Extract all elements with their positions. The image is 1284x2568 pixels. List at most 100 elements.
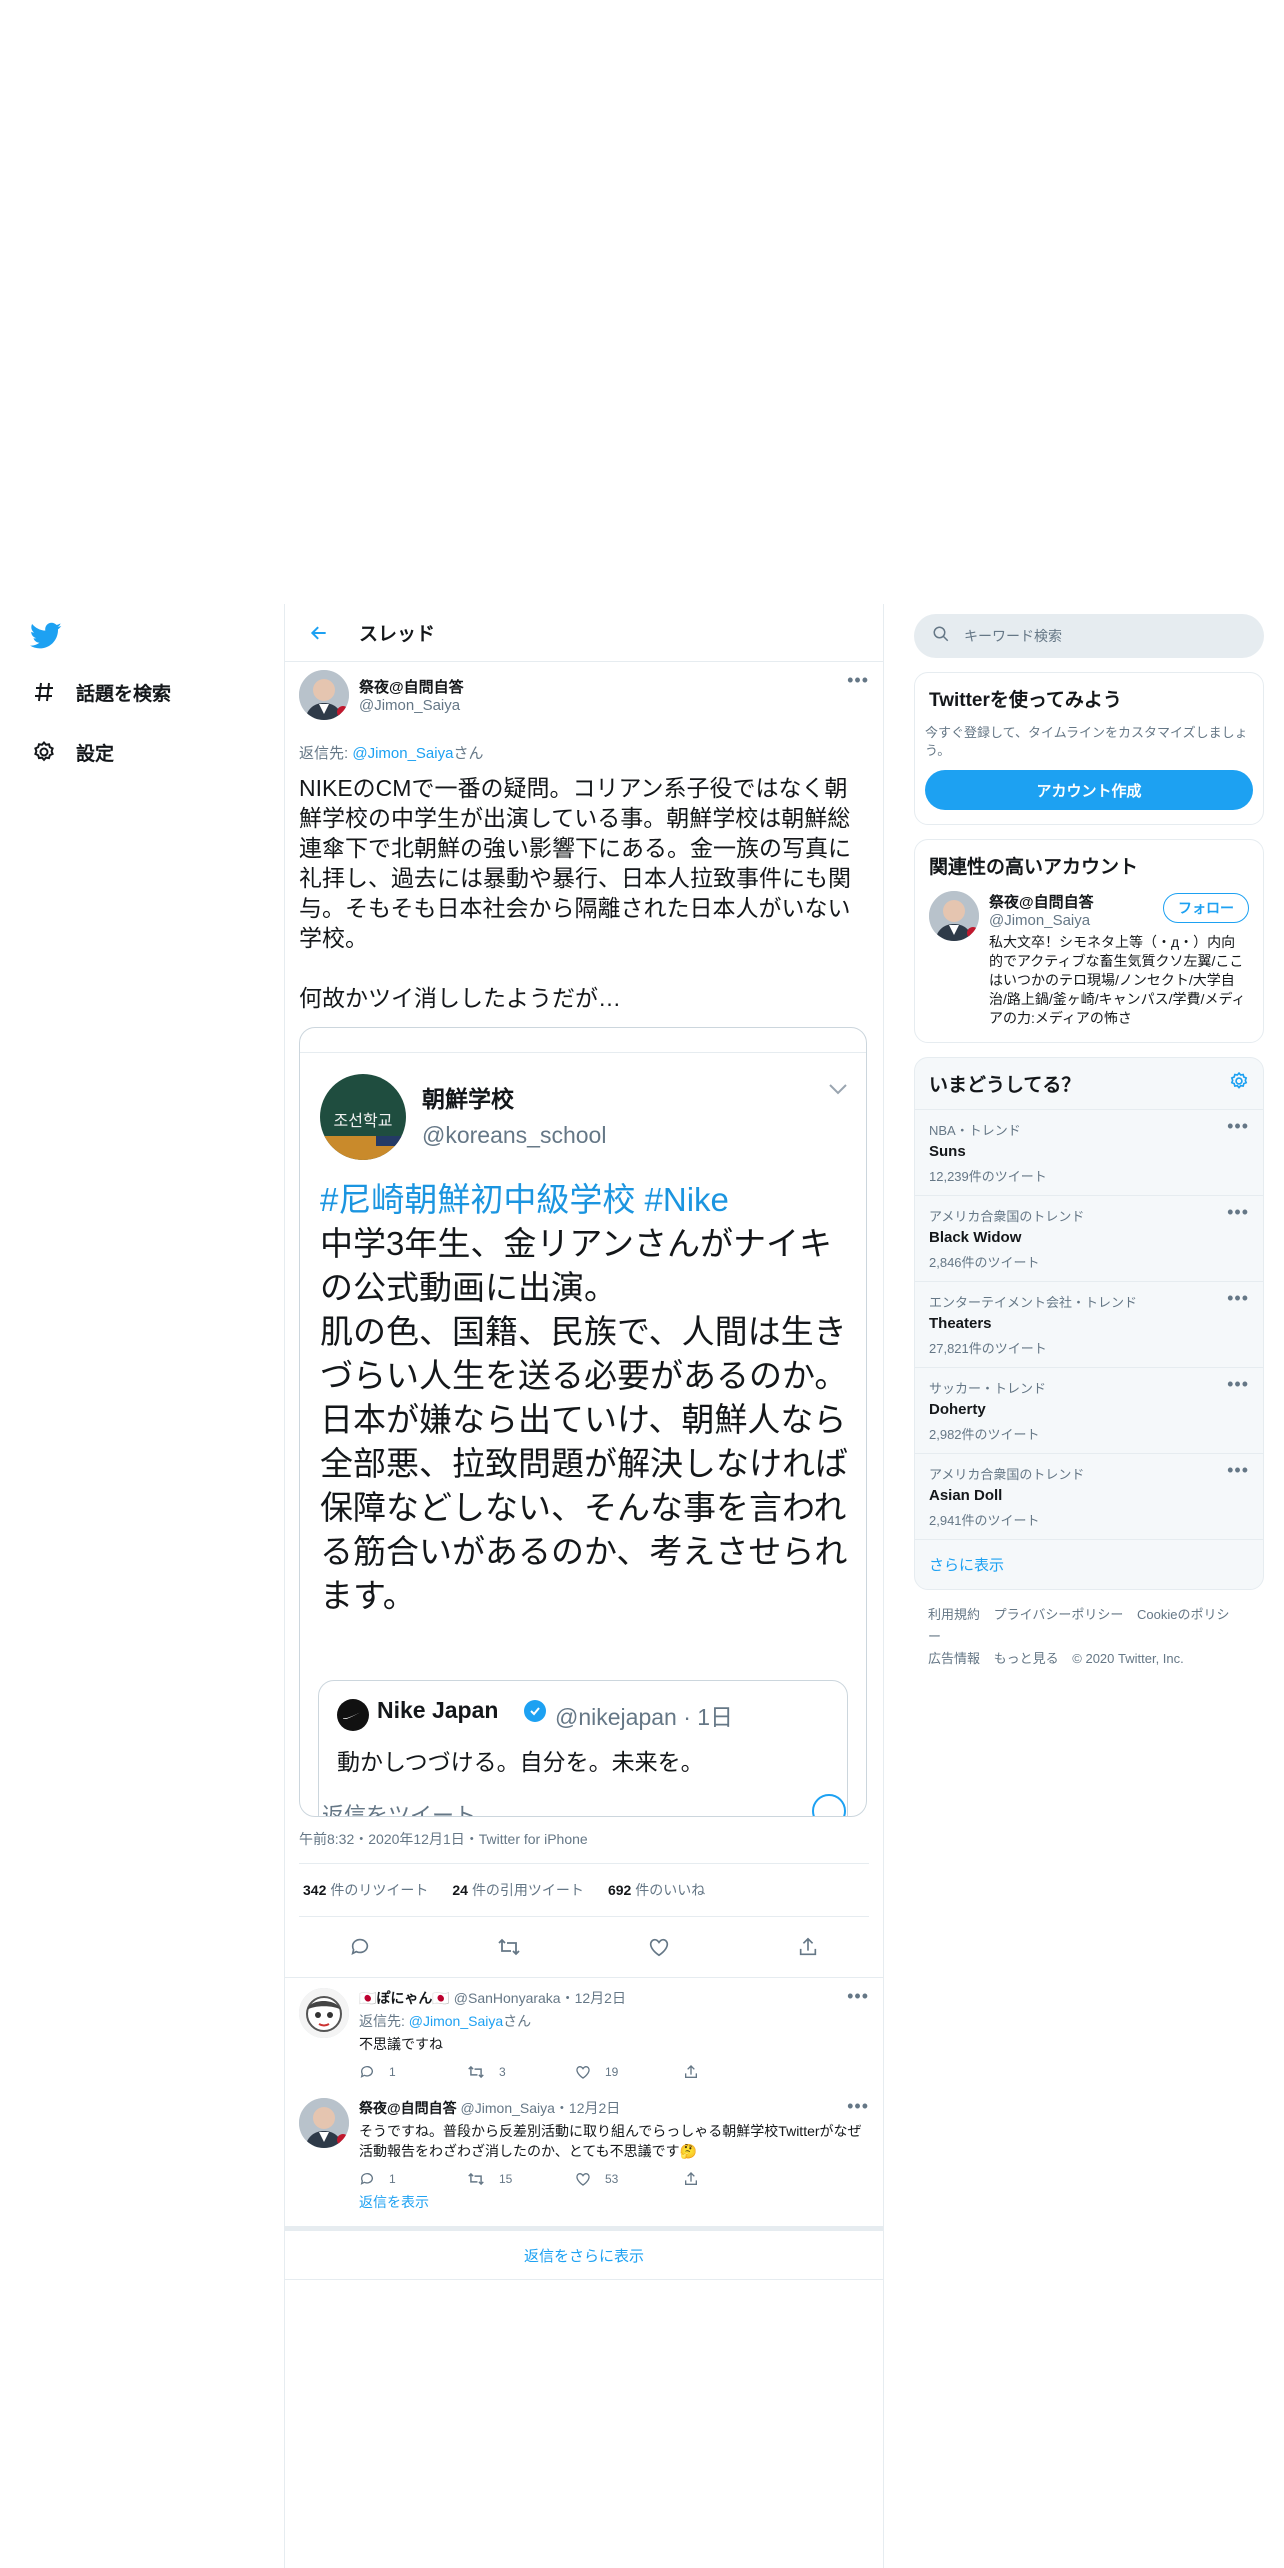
- trend-count: 2,941件のツイート: [929, 1513, 1040, 1528]
- thread-column: スレッド 祭夜@自問自答 @Jimon_Saiya ••• 返信先: @Jimo…: [284, 604, 884, 2568]
- like-icon: [576, 2172, 590, 2186]
- share-icon: [685, 2172, 697, 2185]
- embedded-tweet-screenshot[interactable]: 조선학교 朝鮮学校 @koreans_school #尼崎朝鮮初中級学校 #Ni…: [299, 1027, 867, 1817]
- reply-author-name[interactable]: 🇯🇵ぽにゃん🇯🇵: [359, 1990, 450, 2006]
- avatar[interactable]: [299, 1988, 349, 2038]
- reply-tweet[interactable]: ••• 🇯🇵ぽにゃん🇯🇵 @SanHonyaraka・12月2日 返信先: @J…: [285, 1978, 883, 2088]
- tweet-timestamp[interactable]: 午前8:32・2020年12月1日・Twitter for iPhone: [299, 1829, 869, 1864]
- reply-author-handle[interactable]: @SanHonyaraka・12月2日: [454, 1990, 626, 2006]
- nav-explore[interactable]: 話題を検索: [24, 672, 171, 712]
- search-placeholder: キーワード検索: [964, 628, 1062, 644]
- retweet-count[interactable]: 342 件のリツイート: [303, 1880, 428, 1900]
- like-icon: [576, 2065, 590, 2079]
- like-button[interactable]: 53: [575, 2171, 683, 2187]
- like-icon[interactable]: [641, 1929, 677, 1965]
- avatar[interactable]: [299, 670, 349, 720]
- avatar[interactable]: [929, 891, 979, 941]
- quote-author-name: Nike Japan: [377, 1697, 499, 1723]
- embedded-cutoff-text: 返信をツイート: [322, 1803, 477, 1817]
- more-options-icon[interactable]: •••: [1227, 1116, 1249, 1137]
- footer-more-link[interactable]: もっと見る: [994, 1651, 1059, 1666]
- nav-settings-label: 設定: [76, 743, 115, 765]
- more-options-icon[interactable]: •••: [1227, 1202, 1249, 1223]
- author-name[interactable]: 祭夜@自問自答: [359, 676, 464, 697]
- gear-icon: [24, 732, 64, 772]
- trend-context: エンターテイメント会社・トレンド: [929, 1295, 1138, 1310]
- footer-terms-link[interactable]: 利用規約: [928, 1607, 980, 1622]
- embedded-hashtags: #尼崎朝鮮初中級学校 #Nike: [320, 1181, 729, 1218]
- gear-icon[interactable]: [1229, 1071, 1249, 1096]
- follow-button[interactable]: フォロー: [1163, 893, 1249, 923]
- footer-ads-link[interactable]: 広告情報: [928, 1651, 980, 1666]
- like-count[interactable]: 692 件のいいね: [608, 1880, 705, 1900]
- retweet-button[interactable]: 3: [467, 2064, 575, 2080]
- like-count: 19: [605, 2065, 619, 2079]
- author-handle[interactable]: @Jimon_Saiya: [359, 697, 464, 714]
- tweet-body: NIKEのCMで一番の疑問。コリアン系子役ではなく朝鮮学校の中学生が出演している…: [299, 775, 851, 1011]
- nike-logo-icon: [337, 1699, 369, 1731]
- reply-button[interactable]: 1: [359, 2171, 467, 2187]
- trend-item[interactable]: NBA・トレンド Suns 12,239件のツイート •••: [915, 1110, 1263, 1196]
- embedded-quote-tweet: Nike Japan @nikejapan · 1日 動かしつづける。自分を。未…: [318, 1680, 848, 1816]
- quote-count[interactable]: 24 件の引用ツイート: [452, 1880, 584, 1900]
- show-more-replies-link[interactable]: 返信をさらに表示: [285, 2226, 883, 2280]
- more-options-icon[interactable]: •••: [1227, 1460, 1249, 1481]
- trend-count: 2,982件のツイート: [929, 1427, 1040, 1442]
- right-sidebar: キーワード検索 Twitterを使ってみよう 今すぐ登録して、タイムラインをカス…: [914, 614, 1264, 1684]
- retweet-count: 15: [499, 2172, 513, 2186]
- more-options-icon[interactable]: •••: [847, 2096, 869, 2117]
- reply-icon: [360, 2173, 373, 2185]
- reply-author-handle[interactable]: @Jimon_Saiya・12月2日: [461, 2100, 621, 2116]
- create-account-button[interactable]: アカウント作成: [925, 770, 1253, 810]
- reply-to-link[interactable]: @Jimon_Saiya: [409, 2013, 503, 2029]
- trend-name: Asian Doll: [929, 1487, 1003, 1504]
- retweet-button[interactable]: 15: [467, 2171, 575, 2187]
- back-arrow-icon[interactable]: [303, 617, 335, 649]
- trend-context: アメリカ合衆国のトレンド: [929, 1209, 1085, 1224]
- share-button[interactable]: [683, 2171, 791, 2187]
- search-input[interactable]: キーワード検索: [914, 614, 1264, 658]
- share-button[interactable]: [683, 2064, 791, 2080]
- related-account[interactable]: 祭夜@自問自答 @Jimon_Saiya 私大文卒！シモネタ上等（・д・）内向的…: [915, 891, 1263, 1042]
- embedded-divider: [300, 1052, 866, 1053]
- show-replies-link[interactable]: 返信を表示: [359, 2184, 883, 2226]
- quote-count-value: 24: [452, 1882, 468, 1898]
- twitter-logo-icon[interactable]: [29, 622, 66, 658]
- footer-privacy-link[interactable]: プライバシーポリシー: [994, 1607, 1124, 1622]
- avatar[interactable]: [299, 2098, 349, 2148]
- trends-card: いまどうしてる？ NBA・トレンド Suns 12,239件のツイート ••• …: [914, 1057, 1264, 1590]
- reply-icon[interactable]: [342, 1929, 378, 1965]
- more-options-icon[interactable]: •••: [847, 1986, 869, 2007]
- embedded-line-3: 日本が嫌なら出ていけ、朝鮮人なら全部悪、拉致問題が解決しなければ保障などしない、…: [320, 1401, 848, 1614]
- more-options-icon[interactable]: •••: [1227, 1288, 1249, 1309]
- reply-to-suffix: さん: [503, 2013, 532, 2029]
- trend-item[interactable]: アメリカ合衆国のトレンド Black Widow 2,846件のツイート •••: [915, 1196, 1263, 1282]
- reply-to-line: 返信先: @Jimon_Saiyaさん: [299, 742, 869, 763]
- reply-button[interactable]: 1: [359, 2064, 467, 2080]
- nav-settings[interactable]: 設定: [24, 732, 114, 772]
- reply-actions: 1 3 19: [359, 2064, 869, 2080]
- retweet-icon[interactable]: [491, 1929, 527, 1965]
- trend-context: アメリカ合衆国のトレンド: [929, 1467, 1085, 1482]
- signup-card: Twitterを使ってみよう 今すぐ登録して、タイムラインをカスタマイズしましょ…: [914, 672, 1264, 825]
- like-count-label: 件のいいね: [635, 1882, 706, 1898]
- reply-author-name[interactable]: 祭夜@自問自答: [359, 2100, 457, 2116]
- search-icon: [932, 625, 950, 648]
- footer-copyright: © 2020 Twitter, Inc.: [1072, 1651, 1184, 1666]
- share-icon[interactable]: [790, 1929, 826, 1965]
- thread-header: スレッド: [285, 604, 883, 662]
- more-options-icon[interactable]: •••: [1227, 1374, 1249, 1395]
- create-account-label: アカウント作成: [1036, 782, 1142, 800]
- show-more-trends-link[interactable]: さらに表示: [915, 1540, 1263, 1589]
- reply-count: 1: [389, 2065, 396, 2079]
- more-options-icon[interactable]: •••: [847, 670, 869, 691]
- tweet-actions: [285, 1917, 883, 1978]
- trend-item[interactable]: エンターテイメント会社・トレンド Theaters 27,821件のツイート •…: [915, 1282, 1263, 1368]
- trend-name: Doherty: [929, 1401, 986, 1418]
- retweet-icon: [468, 2065, 484, 2079]
- trend-item[interactable]: サッカー・トレンド Doherty 2,982件のツイート •••: [915, 1368, 1263, 1454]
- reply-tweet[interactable]: ••• 祭夜@自問自答 @Jimon_Saiya・12月2日 そうですね。普段か…: [285, 2088, 883, 2187]
- trend-item[interactable]: アメリカ合衆国のトレンド Asian Doll 2,941件のツイート •••: [915, 1454, 1263, 1540]
- like-button[interactable]: 19: [575, 2064, 683, 2080]
- reply-to-link[interactable]: @Jimon_Saiya: [352, 745, 453, 762]
